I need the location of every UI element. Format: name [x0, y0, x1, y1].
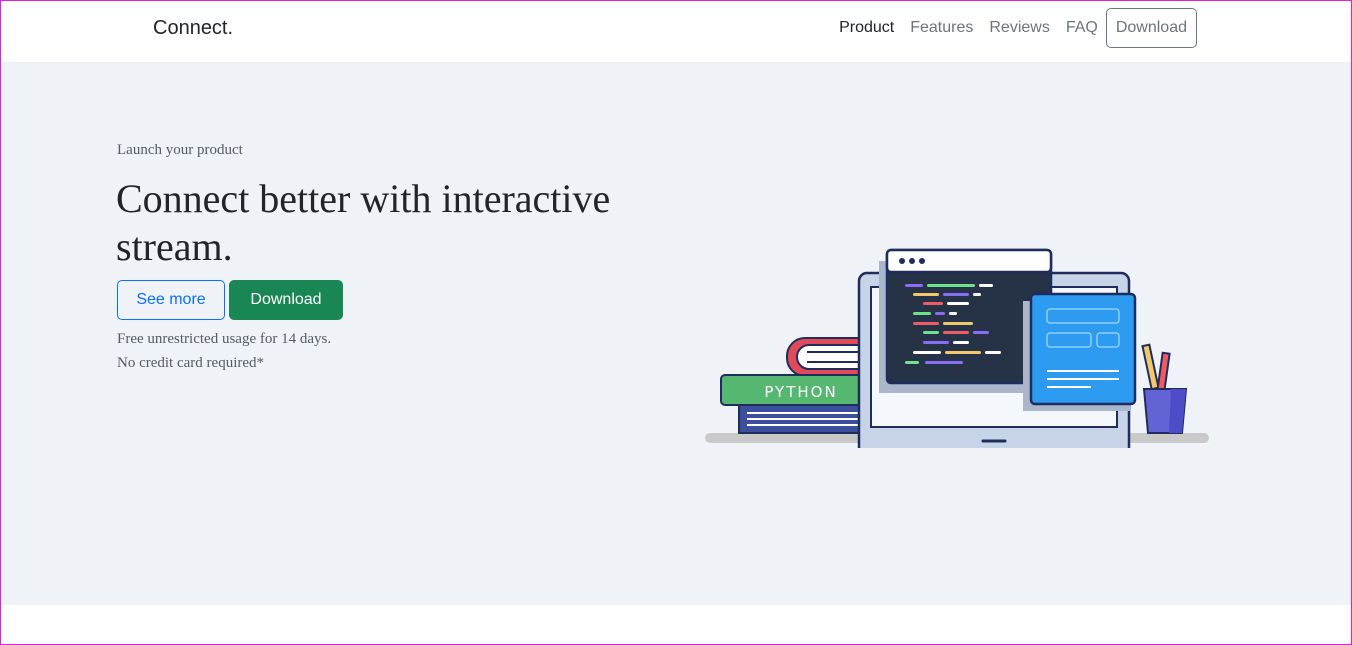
nav-links: Product Features Reviews FAQ Download: [839, 8, 1197, 48]
nav-download-button[interactable]: Download: [1105, 8, 1197, 48]
see-more-button[interactable]: See more: [117, 280, 225, 320]
hero-headline: Connect better with interactive stream.: [116, 176, 611, 269]
book-label: PYTHON: [764, 383, 837, 401]
nav-link-product[interactable]: Product: [839, 19, 894, 37]
nav-link-features[interactable]: Features: [910, 19, 973, 37]
pencil-cup-icon: [1141, 343, 1188, 434]
hero-buttons: See more Download: [117, 280, 343, 320]
brand-logo[interactable]: Connect.: [153, 17, 233, 40]
hero-section: Launch your product Connect better with …: [1, 62, 1351, 605]
hero-note-credit: No credit card required*: [117, 355, 265, 371]
hero-download-button[interactable]: Download: [229, 280, 343, 320]
top-navbar: Connect. Product Features Reviews FAQ Do…: [1, 1, 1351, 62]
hero-eyebrow: Launch your product: [117, 142, 243, 158]
nav-link-faq[interactable]: FAQ: [1066, 19, 1098, 37]
form-window-icon: [1023, 292, 1137, 411]
hero-note-trial: Free unrestricted usage for 14 days.: [117, 331, 332, 347]
workspace-illustration: PYTHON: [705, 248, 1209, 448]
nav-link-reviews[interactable]: Reviews: [989, 19, 1049, 37]
